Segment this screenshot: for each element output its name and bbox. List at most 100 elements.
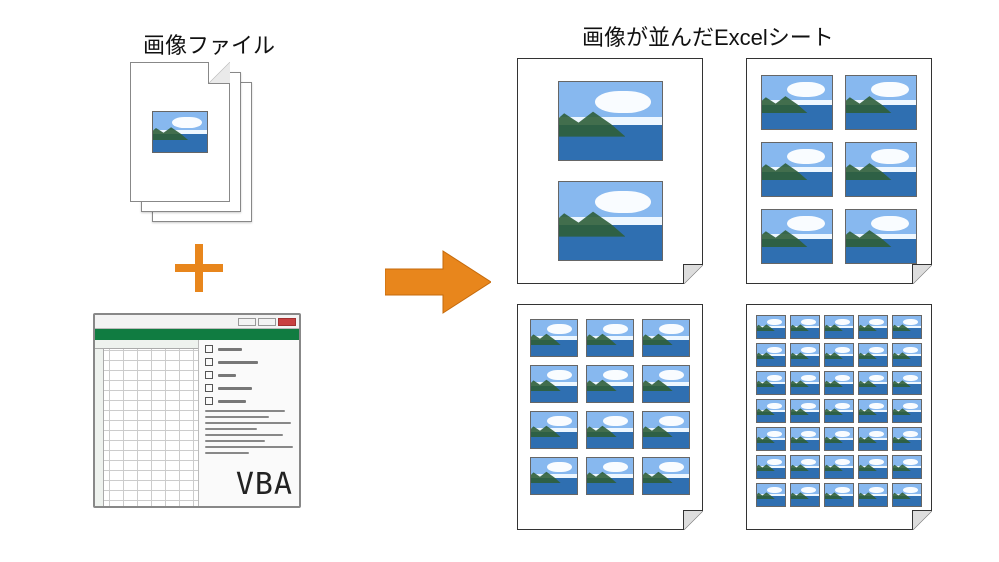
landscape-thumbnail-icon: [761, 75, 833, 130]
code-line: [205, 422, 291, 424]
landscape-thumbnail-icon: [761, 142, 833, 197]
landscape-thumbnail-icon: [858, 343, 888, 367]
landscape-thumbnail-icon: [858, 483, 888, 507]
vba-code-pane: VBA: [199, 340, 299, 506]
checkbox-icon: [205, 397, 213, 405]
landscape-thumbnail-icon: [586, 457, 634, 495]
thumbnail-grid: [747, 305, 931, 529]
landscape-thumbnail-icon: [152, 111, 208, 153]
landscape-thumbnail-icon: [790, 455, 820, 479]
page-dogear-icon: [208, 62, 230, 84]
landscape-thumbnail-icon: [892, 483, 922, 507]
landscape-thumbnail-icon: [756, 315, 786, 339]
landscape-thumbnail-icon: [858, 399, 888, 423]
landscape-thumbnail-icon: [756, 399, 786, 423]
landscape-thumbnail-icon: [530, 319, 578, 357]
arrow-right-icon: [385, 247, 491, 317]
text-bar: [218, 374, 236, 377]
landscape-thumbnail-icon: [892, 455, 922, 479]
landscape-thumbnail-icon: [586, 319, 634, 357]
thumbnail-grid: [747, 59, 931, 283]
landscape-thumbnail-icon: [824, 371, 854, 395]
landscape-thumbnail-icon: [558, 81, 663, 161]
vba-checklist-item: [205, 358, 293, 366]
output-sheet-1col: [517, 58, 703, 284]
landscape-thumbnail-icon: [824, 315, 854, 339]
landscape-thumbnail-icon: [761, 209, 833, 264]
vba-checklist-item: [205, 345, 293, 353]
vba-checklist-item: [205, 371, 293, 379]
excel-vba-window-icon: VBA: [93, 313, 301, 508]
landscape-thumbnail-icon: [558, 181, 663, 261]
page-curl-icon: [912, 264, 932, 284]
excel-body: VBA: [95, 340, 299, 506]
page-curl-icon: [912, 510, 932, 530]
code-line: [205, 416, 269, 418]
output-sheet-2col: [746, 58, 932, 284]
landscape-thumbnail-icon: [790, 371, 820, 395]
landscape-thumbnail-icon: [824, 455, 854, 479]
left-title-label: 画像ファイル: [143, 28, 275, 60]
thumbnail-grid: [518, 59, 702, 283]
landscape-thumbnail-icon: [642, 365, 690, 403]
landscape-thumbnail-icon: [824, 427, 854, 451]
text-bar: [218, 387, 252, 390]
page-curl-icon: [683, 510, 703, 530]
landscape-thumbnail-icon: [845, 209, 917, 264]
window-min-button-icon: [238, 318, 256, 326]
vba-checklist-item: [205, 384, 293, 392]
landscape-thumbnail-icon: [530, 411, 578, 449]
landscape-thumbnail-icon: [790, 399, 820, 423]
landscape-thumbnail-icon: [858, 315, 888, 339]
landscape-thumbnail-icon: [892, 315, 922, 339]
image-file-stack: [130, 62, 250, 227]
code-line: [205, 410, 285, 412]
landscape-thumbnail-icon: [845, 75, 917, 130]
excel-ribbon: [95, 329, 299, 340]
checkbox-icon: [205, 384, 213, 392]
landscape-thumbnail-icon: [530, 457, 578, 495]
landscape-thumbnail-icon: [756, 483, 786, 507]
vba-checklist: [205, 345, 293, 405]
landscape-thumbnail-icon: [858, 371, 888, 395]
landscape-thumbnail-icon: [642, 319, 690, 357]
landscape-thumbnail-icon: [858, 455, 888, 479]
landscape-thumbnail-icon: [756, 343, 786, 367]
landscape-thumbnail-icon: [858, 427, 888, 451]
checkbox-icon: [205, 345, 213, 353]
code-line: [205, 446, 293, 448]
output-sheet-3col: [517, 304, 703, 530]
image-file-icon: [130, 62, 230, 202]
vba-badge-label: VBA: [236, 467, 293, 502]
landscape-thumbnail-icon: [892, 343, 922, 367]
landscape-thumbnail-icon: [790, 343, 820, 367]
landscape-thumbnail-icon: [756, 371, 786, 395]
code-line: [205, 428, 257, 430]
checkbox-icon: [205, 358, 213, 366]
thumbnail-grid: [518, 305, 702, 529]
landscape-thumbnail-icon: [790, 483, 820, 507]
checkbox-icon: [205, 371, 213, 379]
page-curl-icon: [683, 264, 703, 284]
landscape-thumbnail-icon: [892, 399, 922, 423]
window-max-button-icon: [258, 318, 276, 326]
text-bar: [218, 348, 242, 351]
vba-checklist-item: [205, 397, 293, 405]
landscape-thumbnail-icon: [756, 427, 786, 451]
text-bar: [218, 400, 246, 403]
landscape-thumbnail-icon: [642, 457, 690, 495]
output-sheet-5col: [746, 304, 932, 530]
landscape-thumbnail-icon: [642, 411, 690, 449]
landscape-thumbnail-icon: [845, 142, 917, 197]
code-line: [205, 452, 249, 454]
landscape-thumbnail-icon: [756, 455, 786, 479]
window-titlebar: [95, 315, 299, 329]
landscape-thumbnail-icon: [824, 483, 854, 507]
landscape-thumbnail-icon: [824, 399, 854, 423]
code-line: [205, 440, 265, 442]
right-title-label: 画像が並んだExcelシート: [582, 20, 834, 52]
text-bar: [218, 361, 258, 364]
vba-code-lines: [205, 410, 293, 454]
landscape-thumbnail-icon: [530, 365, 578, 403]
code-line: [205, 434, 283, 436]
